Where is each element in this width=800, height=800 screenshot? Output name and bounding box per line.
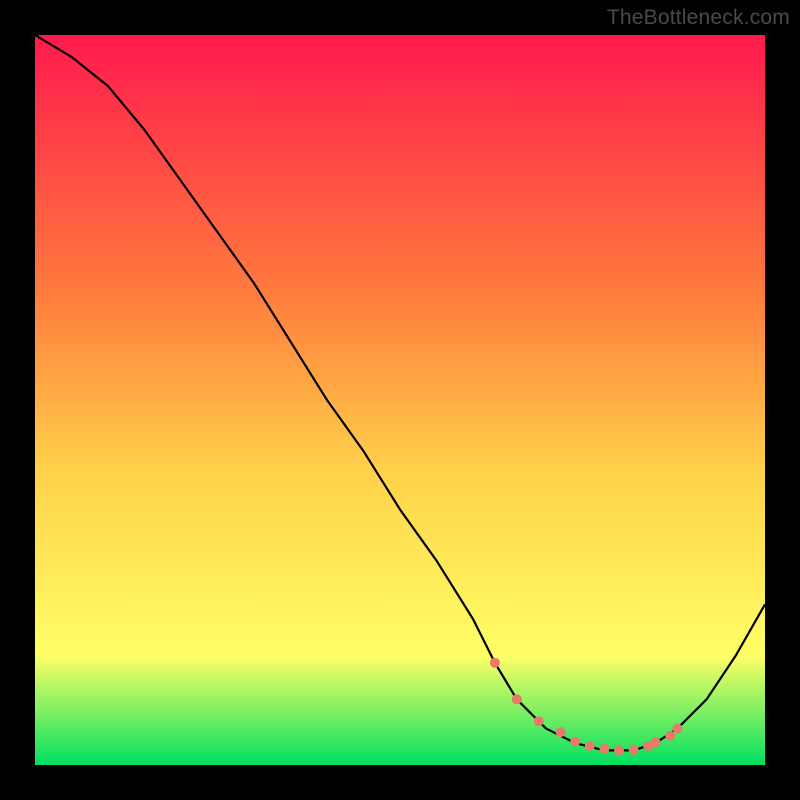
- highlight-dot: [585, 741, 595, 751]
- highlight-dot: [665, 731, 675, 741]
- bottleneck-chart: [35, 35, 765, 765]
- highlight-dot: [534, 716, 544, 726]
- highlight-dot: [512, 694, 522, 704]
- highlight-dot: [651, 737, 661, 747]
- watermark-text: TheBottleneck.com: [607, 6, 790, 30]
- highlight-dot: [570, 737, 580, 747]
- highlight-dot: [629, 745, 639, 755]
- highlight-dot: [556, 727, 566, 737]
- chart-frame: [35, 35, 765, 765]
- gradient-background: [35, 35, 765, 765]
- highlight-dot: [490, 658, 500, 668]
- highlight-dot: [599, 744, 609, 754]
- highlight-dot: [672, 724, 682, 734]
- highlight-dot: [614, 745, 624, 755]
